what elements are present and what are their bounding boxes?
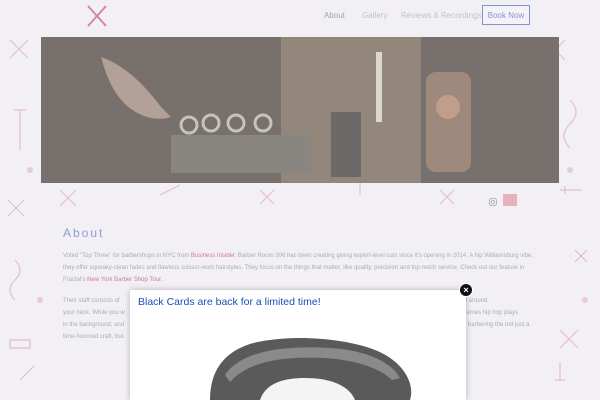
promo-popup: Black Cards are back for a limited time! — [130, 290, 466, 400]
pompadour-illustration — [210, 338, 412, 400]
close-icon[interactable]: × — [459, 283, 473, 297]
